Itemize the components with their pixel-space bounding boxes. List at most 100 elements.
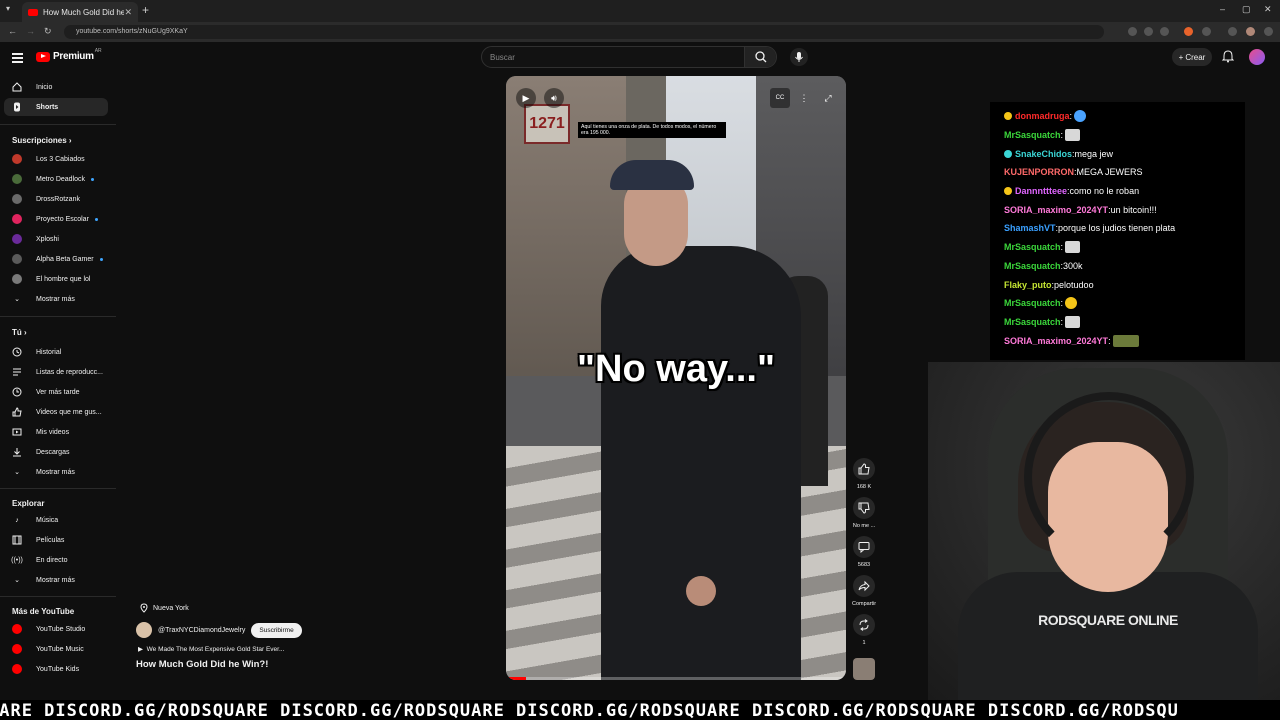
sidebar-show-more-you[interactable]: ⌄ Mostrar más [4, 463, 108, 481]
location-tag[interactable]: Nueva York [140, 603, 189, 613]
search-input[interactable]: Buscar [490, 53, 515, 62]
chevron-down-icon: ⌄ [14, 469, 20, 476]
channel-name[interactable]: @TraxNYCDiamondJewelry [158, 627, 245, 634]
sidebar-item-label: El hombre que lol [36, 275, 91, 283]
tab-search-icon[interactable]: ▾ [6, 4, 10, 13]
shorts-video-player[interactable]: 1271 Aquí tienes una onza de plata. De t… [506, 76, 846, 680]
dislike-action[interactable]: No me ... [852, 497, 876, 529]
music-link[interactable]: ▶ We Made The Most Expensive Gold Star E… [138, 645, 284, 653]
sidebar-item-live[interactable]: ((•)) En directo [4, 551, 108, 569]
chat-separator: : [1060, 242, 1064, 253]
dislike-button[interactable] [853, 497, 875, 519]
like-action[interactable]: 168 K [852, 458, 876, 490]
notifications-bell-icon[interactable] [1222, 50, 1234, 63]
sidebar-item-music[interactable]: ♪ Música [4, 511, 108, 529]
account-avatar[interactable] [1249, 49, 1265, 65]
explore-heading: Explorar [12, 499, 45, 508]
sidebar-item-subscription[interactable]: DrossRotzank [4, 190, 108, 208]
remix-action[interactable]: 1 [852, 614, 876, 646]
menu-dots-icon[interactable] [1264, 27, 1273, 36]
sidebar-item-movies[interactable]: Películas [4, 531, 108, 549]
streamer-webcam: RODSQUARE ONLINE [928, 362, 1280, 700]
sidebar-item-subscription[interactable]: Proyecto Escolar [4, 210, 108, 228]
chevron-right-icon: › [68, 136, 72, 145]
sidebar-item-subscription[interactable]: Metro Deadlock [4, 170, 108, 188]
captions-button[interactable]: CC [770, 88, 790, 108]
tab-close-icon[interactable]: ✕ [124, 7, 132, 18]
sidebar-item-label: Los 3 Cabiados [36, 155, 85, 163]
sidebar-item-subscription[interactable]: Alpha Beta Gamer [4, 250, 108, 268]
address-bar[interactable]: youtube.com/shorts/zNuGUg9XKaY [64, 25, 1104, 39]
stream-chat-overlay: donmadruga: MrSasquatch: SnakeChidos: mega… [990, 102, 1245, 360]
browser-tab[interactable]: How Much Gold Did he Win?! ✕ [22, 2, 138, 22]
short-title[interactable]: How Much Gold Did he Win?! [136, 659, 268, 670]
search-box[interactable]: Buscar [481, 46, 777, 68]
sidebar-item-subscription[interactable]: El hombre que lol [4, 270, 108, 288]
sidebar-item-youtube-kids[interactable]: YouTube Kids [4, 660, 108, 678]
minimize-icon[interactable]: – [1220, 4, 1225, 14]
video-progress-bar[interactable] [506, 677, 846, 680]
sidebar-item-shorts[interactable]: Shorts [4, 98, 108, 116]
chat-separator: : [1069, 111, 1073, 122]
sidebar-item-youtube-studio[interactable]: YouTube Studio [4, 620, 108, 638]
extension-icon[interactable] [1128, 27, 1137, 36]
extension-fire-icon[interactable] [1184, 27, 1193, 36]
sidebar-item-liked-videos[interactable]: Videos que me gus... [4, 403, 108, 421]
you-heading[interactable]: Tú › [12, 328, 27, 337]
translated-caption: Aquí tienes una onza de plata. De todos … [578, 122, 726, 138]
sidebar-item-watch-later[interactable]: Ver más tarde [4, 383, 108, 401]
sidebar-item-my-videos[interactable]: Mis videos [4, 423, 108, 441]
maximize-icon[interactable]: ▢ [1242, 4, 1251, 15]
comments-button[interactable] [853, 536, 875, 558]
sidebar-item-history[interactable]: Historial [4, 343, 108, 361]
share-action[interactable]: Compartir [852, 575, 876, 607]
youtube-favicon-icon [28, 8, 38, 16]
comments-action[interactable]: 5683 [852, 536, 876, 568]
remix-count: 1 [862, 640, 866, 646]
sidebar-item-label: Shorts [36, 103, 59, 111]
chat-text: porque los judios tienen plata [1058, 223, 1176, 234]
fullscreen-button[interactable]: ⤢ [818, 88, 838, 108]
sidebar-item-downloads[interactable]: Descargas [4, 443, 108, 461]
subscribe-button[interactable]: Suscribirme [251, 622, 302, 638]
share-button[interactable] [853, 575, 875, 597]
more-options-button[interactable]: ⋮ [794, 88, 814, 108]
channel-avatar[interactable] [136, 622, 152, 638]
forward-icon[interactable]: → [26, 26, 35, 36]
like-button[interactable] [853, 458, 875, 480]
youtube-logo[interactable]: Premium AR [36, 48, 102, 62]
sidebar-item-subscription[interactable]: Los 3 Cabiados [4, 150, 108, 168]
sidebar-show-more-explore[interactable]: ⌄ Mostrar más [4, 571, 108, 589]
chat-username: MrSasquatch [1004, 242, 1061, 253]
eye-off-icon[interactable] [1144, 27, 1153, 36]
reload-icon[interactable]: ↻ [44, 26, 52, 37]
chat-username: Flaky_puto [1004, 279, 1052, 290]
thumbs-up-icon [858, 463, 870, 475]
puzzle-icon[interactable] [1202, 27, 1211, 36]
volume-button[interactable]: 🔊︎ [544, 88, 564, 108]
new-tab-icon[interactable]: + [142, 3, 149, 17]
fullscreen-icon: ⤢ [824, 92, 832, 103]
thumbs-up-icon [12, 407, 22, 417]
sidebar-item-youtube-music[interactable]: YouTube Music [4, 640, 108, 658]
remix-button[interactable] [853, 614, 875, 636]
sidebar-show-more-subscriptions[interactable]: ⌄ Mostrar más [4, 290, 108, 308]
sidebar-item-subscription[interactable]: Xploshi [4, 230, 108, 248]
sidebar-item-playlists[interactable]: Listas de reproducc... [4, 363, 108, 381]
voice-search-button[interactable] [790, 48, 808, 66]
star-icon[interactable] [1160, 27, 1169, 36]
create-button[interactable]: + Crear [1172, 48, 1212, 66]
sidebar-icon[interactable] [1228, 27, 1237, 36]
sound-thumbnail[interactable] [853, 658, 875, 680]
chat-text: 300k [1063, 260, 1083, 271]
search-button[interactable] [744, 47, 776, 67]
sidebar-item-home[interactable]: Inicio [4, 78, 108, 96]
channel-avatar [12, 254, 22, 264]
play-button[interactable]: ▶ [516, 88, 536, 108]
subscriptions-heading[interactable]: Suscripciones › [12, 136, 72, 145]
play-icon: ▶ [522, 92, 530, 103]
back-icon[interactable]: ← [8, 26, 17, 36]
profile-icon[interactable] [1246, 27, 1255, 36]
close-window-icon[interactable]: ✕ [1264, 4, 1272, 15]
hamburger-menu-icon[interactable] [12, 53, 23, 65]
